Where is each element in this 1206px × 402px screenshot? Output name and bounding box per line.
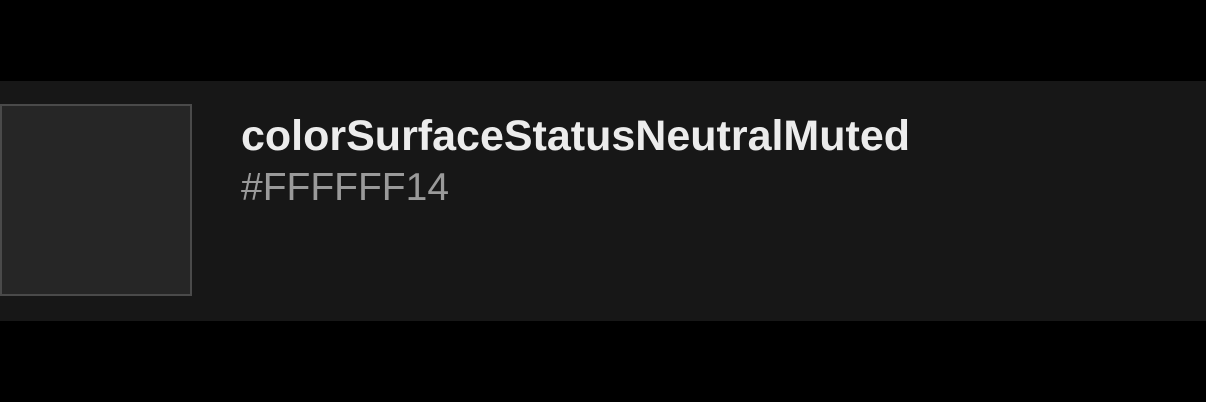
- token-name: colorSurfaceStatusNeutralMuted: [241, 112, 911, 160]
- color-swatch: [0, 104, 192, 296]
- token-list: colorSurfaceStatusNeutralMuted #FFFFFF14: [0, 0, 1206, 402]
- color-token-row: colorSurfaceStatusNeutralMuted #FFFFFF14: [0, 81, 1206, 321]
- token-value: #FFFFFF14: [241, 166, 450, 209]
